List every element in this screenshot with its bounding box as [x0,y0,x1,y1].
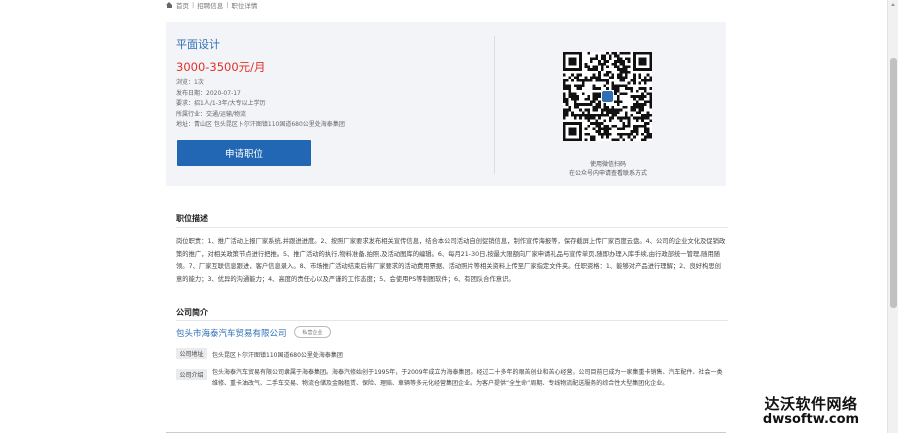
qr-caption-line2: 在公众号内申请查看联系方式 [568,170,647,177]
breadcrumb-recruitment[interactable]: 招聘信息 [197,0,223,10]
qr-code-icon [563,52,652,141]
card-divider [494,36,495,174]
page-scrollbar[interactable] [887,0,898,433]
company-intro: 包头海泰汽车贸易有限公司隶属于海泰集团。海泰汽修始创于1995年，于2009年成… [212,369,723,388]
company-type-badge: 私营企业 [294,326,331,338]
company-address: 包头昆区卜尔汗图镇110国道680公里处海泰集团 [212,352,343,359]
job-title: 平面设计 [176,38,220,51]
section-divider [176,320,728,321]
job-salary: 3000-3500元/月 [176,60,266,74]
scrollbar-thumb[interactable] [890,58,897,308]
qr-caption-line1: 使用微信扫码 [589,161,626,168]
job-industry: 所属行业：交通/运输/物流 [176,110,247,118]
breadcrumb-separator: | [226,1,229,9]
breadcrumb-separator: | [192,1,195,9]
job-description-text: 岗位职责：1、推广活动上报厂家系统,并跟进进度。2、按照厂家要求发布相关宣传信息… [176,238,726,283]
site-watermark: 达沃软件网络 dwsoftw.com [738,393,884,427]
apply-job-button[interactable]: 申请职位 [177,140,311,166]
qr-caption: 使用微信扫码 在公众号内申请查看联系方式 [496,160,720,178]
company-name-link[interactable]: 包头市海泰汽车贸易有限公司 [176,327,287,339]
company-intro-label: 公司介绍 [176,369,207,380]
job-summary-card: 平面设计 3000-3500元/月 浏览：1次 发布日期：2020-07-17 … [166,22,726,186]
company-address-label: 公司地址 [176,348,207,359]
home-icon [166,2,173,8]
scroll-up-arrow-icon[interactable] [891,3,895,6]
job-address: 地址：青山区 包头昆区卜尔汗图镇110国道680公里处海泰集团 [176,121,345,129]
breadcrumb-current: 职位详情 [231,2,258,10]
job-meta: 浏览：1次 发布日期：2020-07-17 要求：招1人/1-3年/大专以上学历… [176,78,345,131]
job-published-date: 发布日期：2020-07-17 [176,89,241,97]
watermark-en: dwsoftw.com [762,412,860,427]
section-divider [176,227,728,228]
company-profile-heading: 公司简介 [176,308,208,317]
breadcrumb: 首页 | 招聘信息 | 职位详情 [166,0,257,10]
breadcrumb-home[interactable]: 首页 [176,0,189,10]
job-views: 浏览：1次 [176,79,204,86]
watermark-cn: 达沃软件网络 [764,395,858,413]
job-requirements: 要求：招1人/1-3年/大专以上学历 [176,100,266,108]
job-description-heading: 职位描述 [176,214,208,223]
